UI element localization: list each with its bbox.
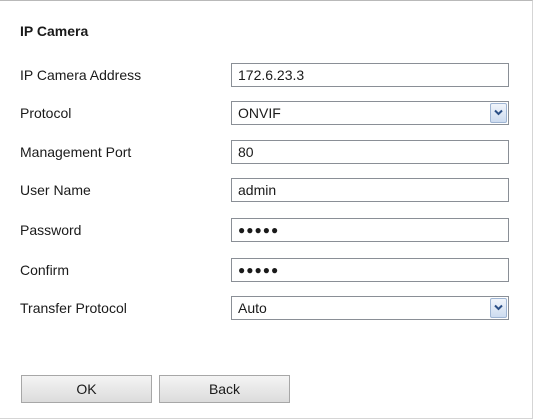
password-field[interactable]: ●●●●● xyxy=(231,218,509,242)
user-name-field[interactable] xyxy=(231,178,509,202)
protocol-select[interactable]: ONVIF xyxy=(231,101,509,125)
back-button[interactable]: Back xyxy=(159,375,290,403)
management-port-field[interactable] xyxy=(231,140,509,164)
confirm-label: Confirm xyxy=(20,262,70,278)
protocol-dropdown-button[interactable] xyxy=(490,103,507,123)
transfer-protocol-dropdown-button[interactable] xyxy=(490,298,507,318)
chevron-down-icon xyxy=(494,304,503,311)
ip-address-label: IP Camera Address xyxy=(20,67,142,83)
transfer-protocol-label: Transfer Protocol xyxy=(20,300,127,316)
ip-camera-panel: IP Camera IP Camera Address Protocol ONV… xyxy=(0,0,533,419)
password-label: Password xyxy=(20,222,82,238)
section-title: IP Camera xyxy=(20,23,89,39)
confirm-password-field[interactable]: ●●●●● xyxy=(231,258,509,282)
ok-button[interactable]: OK xyxy=(21,375,152,403)
ip-address-field[interactable] xyxy=(231,63,509,87)
chevron-down-icon xyxy=(494,109,503,116)
protocol-label: Protocol xyxy=(20,105,72,121)
transfer-protocol-selected-value: Auto xyxy=(238,300,267,316)
transfer-protocol-select[interactable]: Auto xyxy=(231,296,509,320)
user-name-label: User Name xyxy=(20,182,91,198)
protocol-selected-value: ONVIF xyxy=(238,105,281,121)
management-port-label: Management Port xyxy=(20,144,132,160)
